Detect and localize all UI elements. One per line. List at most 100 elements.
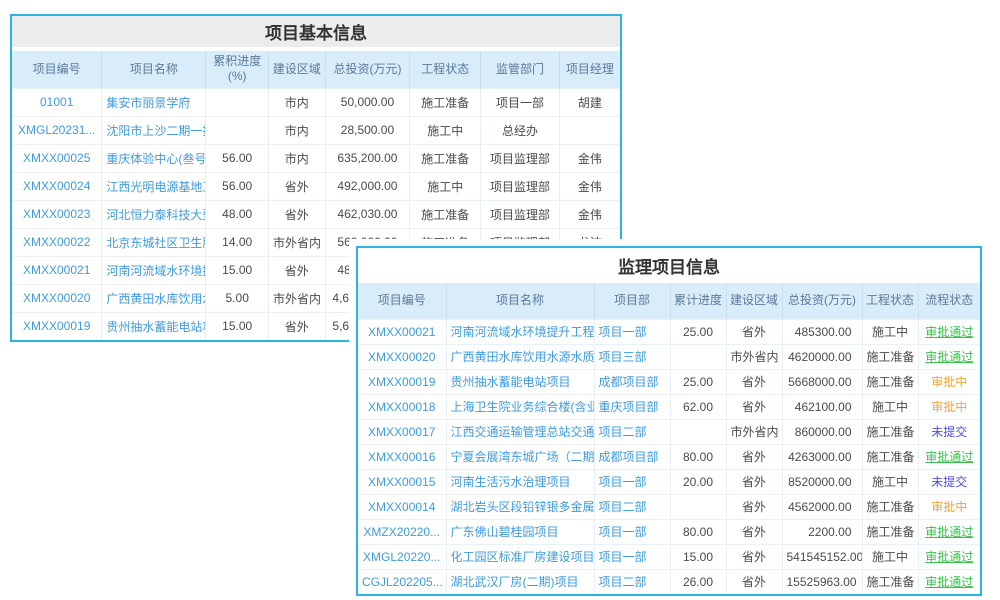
project-name[interactable]: 河南生活污水治理项目	[446, 469, 594, 494]
project-name[interactable]: 宁夏会展湾东城广场（二期）工程	[446, 444, 594, 469]
region-cell: 省外	[726, 569, 782, 594]
basic-project-info-title: 项目基本信息	[12, 16, 620, 47]
project-id[interactable]: XMXX00020	[358, 344, 446, 369]
project-id[interactable]: XMXX00015	[358, 469, 446, 494]
flow-status-cell[interactable]: 审批中	[918, 494, 980, 519]
manager-cell	[559, 116, 620, 144]
status-cell: 施工中	[410, 172, 481, 200]
project-id[interactable]: XMXX00021	[358, 319, 446, 344]
column-header: 项目编号	[358, 283, 446, 319]
project-id[interactable]: XMGL20220...	[358, 544, 446, 569]
status-cell: 施工中	[862, 394, 918, 419]
project-name[interactable]: 广东佛山碧桂园项目	[446, 519, 594, 544]
progress-cell: 26.00	[670, 569, 726, 594]
project-dept[interactable]: 项目二部	[594, 419, 670, 444]
project-id[interactable]: XMXX00020	[12, 284, 102, 312]
progress-cell: 25.00	[670, 369, 726, 394]
column-header: 项目名称	[102, 51, 206, 88]
investment-cell: 462100.00	[782, 394, 862, 419]
project-id[interactable]: 01001	[12, 88, 102, 116]
project-dept[interactable]: 项目一部	[594, 319, 670, 344]
table-row: XMZX20220...广东佛山碧桂园项目项目一部80.00省外2200.00施…	[358, 519, 980, 544]
project-id[interactable]: XMXX00022	[12, 228, 102, 256]
project-id[interactable]: XMXX00018	[358, 394, 446, 419]
region-cell: 省外	[726, 494, 782, 519]
investment-cell: 4263000.00	[782, 444, 862, 469]
investment-cell: 4620000.00	[782, 344, 862, 369]
region-cell: 市外省内	[269, 284, 326, 312]
flow-status-cell[interactable]: 审批通过	[918, 569, 980, 594]
project-dept[interactable]: 项目二部	[594, 494, 670, 519]
project-name[interactable]: 贵州抽水蓄能电站项目	[446, 369, 594, 394]
project-id[interactable]: XMXX00017	[358, 419, 446, 444]
project-id[interactable]: XMXX00019	[12, 312, 102, 340]
table-row: 01001集安市丽景学府市内50,000.00施工准备项目一部胡建	[12, 88, 620, 116]
region-cell: 省外	[726, 469, 782, 494]
project-name[interactable]: 湖北岩头区段铅锌银多金属矿开采...	[446, 494, 594, 519]
project-dept[interactable]: 成都项目部	[594, 369, 670, 394]
table-row: XMGL20231...沈阳市上沙二期一批...市内28,500.00施工中总经…	[12, 116, 620, 144]
flow-status-cell[interactable]: 审批中	[918, 394, 980, 419]
project-id[interactable]: XMXX00023	[12, 200, 102, 228]
project-id[interactable]: XMGL20231...	[12, 116, 102, 144]
region-cell: 市外省内	[726, 419, 782, 444]
project-id[interactable]: XMXX00025	[12, 144, 102, 172]
column-header: 累积进度(%)	[206, 51, 269, 88]
progress-cell: 15.00	[206, 312, 269, 340]
project-name[interactable]: 河南河流域水环境提...	[102, 256, 206, 284]
project-name[interactable]: 河南河流域水环境提升工程	[446, 319, 594, 344]
progress-cell: 14.00	[206, 228, 269, 256]
progress-cell: 48.00	[206, 200, 269, 228]
region-cell: 市内	[269, 116, 326, 144]
project-id[interactable]: XMZX20220...	[358, 519, 446, 544]
project-name[interactable]: 重庆体验中心(叁号...	[102, 144, 206, 172]
project-name[interactable]: 湖北武汉厂房(二期)项目	[446, 569, 594, 594]
project-id[interactable]: XMXX00014	[358, 494, 446, 519]
flow-status-cell[interactable]: 审批通过	[918, 344, 980, 369]
flow-status-cell[interactable]: 未提交	[918, 469, 980, 494]
project-name[interactable]: 贵州抽水蓄能电站项目	[102, 312, 206, 340]
progress-cell	[670, 494, 726, 519]
flow-status-cell[interactable]: 审批通过	[918, 519, 980, 544]
flow-status-cell[interactable]: 审批中	[918, 369, 980, 394]
project-name[interactable]: 上海卫生院业务综合楼(含业务用...	[446, 394, 594, 419]
department-cell: 项目监理部	[481, 144, 560, 172]
project-name[interactable]: 河北恒力泰科技大型...	[102, 200, 206, 228]
project-id[interactable]: XMXX00024	[12, 172, 102, 200]
column-header: 建设区域	[269, 51, 326, 88]
column-header: 监管部门	[481, 51, 560, 88]
project-id[interactable]: XMXX00021	[12, 256, 102, 284]
progress-cell	[206, 88, 269, 116]
project-name[interactable]: 北京东城社区卫生服...	[102, 228, 206, 256]
table2-header-row: 项目编号项目名称项目部累计进度建设区域总投资(万元)工程状态流程状态	[358, 283, 980, 319]
project-name[interactable]: 广西黄田水库饮用水...	[102, 284, 206, 312]
project-name[interactable]: 集安市丽景学府	[102, 88, 206, 116]
flow-status-cell[interactable]: 未提交	[918, 419, 980, 444]
project-dept[interactable]: 项目一部	[594, 519, 670, 544]
flow-status-cell[interactable]: 审批通过	[918, 444, 980, 469]
project-name[interactable]: 江西光明电源基地工程	[102, 172, 206, 200]
project-id[interactable]: XMXX00019	[358, 369, 446, 394]
project-dept[interactable]: 重庆项目部	[594, 394, 670, 419]
project-dept[interactable]: 成都项目部	[594, 444, 670, 469]
project-name[interactable]: 沈阳市上沙二期一批...	[102, 116, 206, 144]
investment-cell: 50,000.00	[325, 88, 410, 116]
project-id[interactable]: CGJL202205...	[358, 569, 446, 594]
status-cell: 施工中	[862, 319, 918, 344]
region-cell: 省外	[726, 544, 782, 569]
project-dept[interactable]: 项目三部	[594, 344, 670, 369]
project-name[interactable]: 江西交通运输管理总站交通枢纽及...	[446, 419, 594, 444]
investment-cell: 492,000.00	[325, 172, 410, 200]
project-dept[interactable]: 项目一部	[594, 544, 670, 569]
progress-cell	[206, 116, 269, 144]
project-name[interactable]: 化工园区标准厂房建设项目一期项目	[446, 544, 594, 569]
flow-status-cell[interactable]: 审批通过	[918, 319, 980, 344]
department-cell: 项目监理部	[481, 172, 560, 200]
project-id[interactable]: XMXX00016	[358, 444, 446, 469]
project-dept[interactable]: 项目一部	[594, 469, 670, 494]
manager-cell: 金伟	[559, 172, 620, 200]
flow-status-cell[interactable]: 审批通过	[918, 544, 980, 569]
project-name[interactable]: 广西黄田水库饮用水源水质保护项目	[446, 344, 594, 369]
project-dept[interactable]: 项目二部	[594, 569, 670, 594]
department-cell: 项目一部	[481, 88, 560, 116]
